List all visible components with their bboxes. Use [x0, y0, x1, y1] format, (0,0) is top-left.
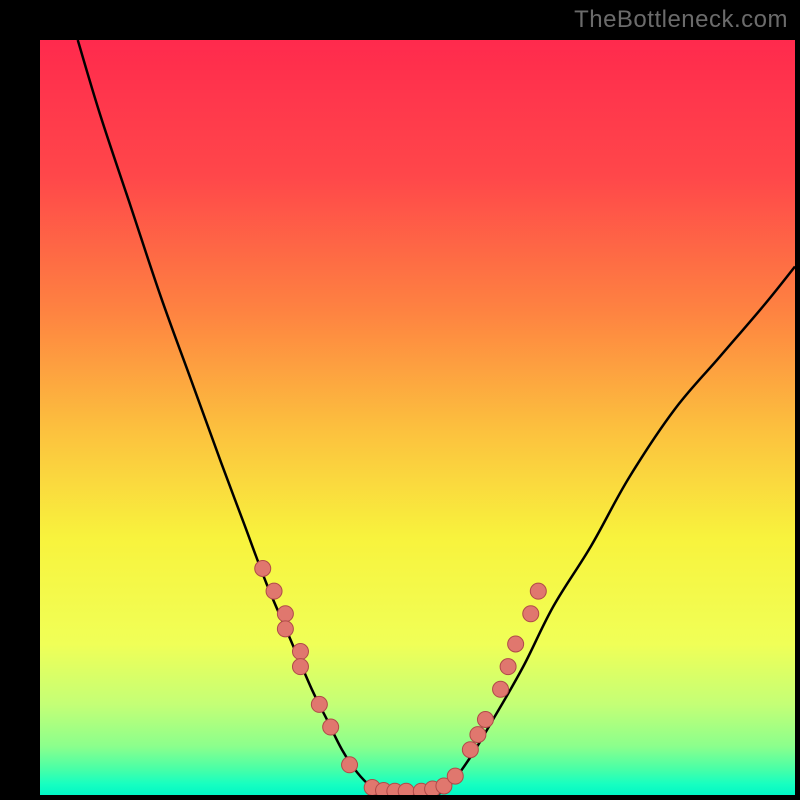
- highlight-dot: [500, 659, 516, 675]
- highlight-dot: [292, 659, 308, 675]
- plot-area: [40, 40, 795, 795]
- highlight-dot: [323, 719, 339, 735]
- highlight-dot: [462, 742, 478, 758]
- watermark-text: TheBottleneck.com: [574, 6, 788, 34]
- highlight-dot: [447, 768, 463, 784]
- highlight-dot: [477, 712, 493, 728]
- highlight-dot: [292, 644, 308, 660]
- highlight-dot: [311, 696, 327, 712]
- highlight-dot: [255, 561, 271, 577]
- highlight-dot: [342, 757, 358, 773]
- highlight-dot: [523, 606, 539, 622]
- highlight-dot: [266, 583, 282, 599]
- highlight-dot: [493, 681, 509, 697]
- highlight-dot: [398, 783, 414, 795]
- bottleneck-curve: [78, 40, 795, 795]
- highlight-dot: [470, 727, 486, 743]
- highlight-dots-group: [255, 561, 547, 796]
- highlight-dot: [508, 636, 524, 652]
- highlight-dot: [277, 606, 293, 622]
- highlight-dot: [530, 583, 546, 599]
- curve-layer: [40, 40, 795, 795]
- highlight-dot: [277, 621, 293, 637]
- chart-frame: TheBottleneck.com: [0, 0, 800, 800]
